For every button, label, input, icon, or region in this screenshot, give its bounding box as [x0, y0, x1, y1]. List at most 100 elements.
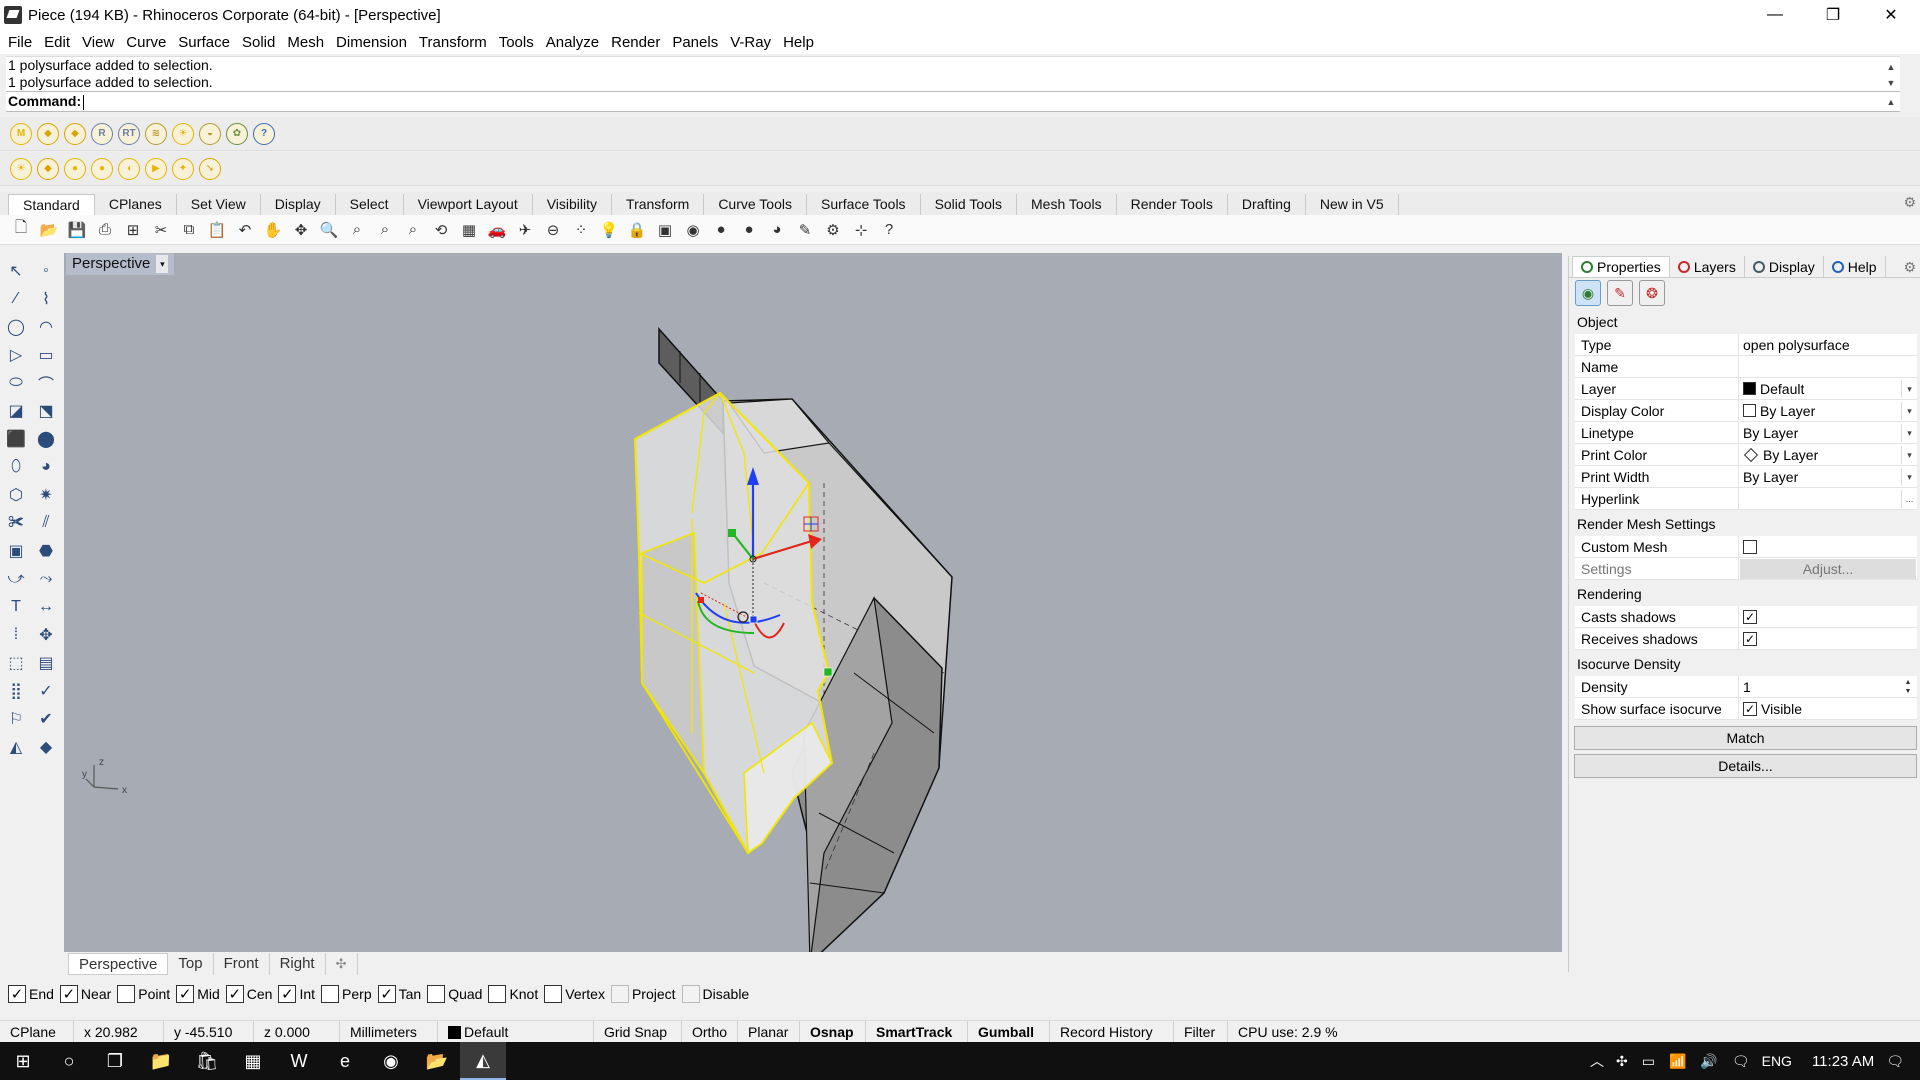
help-icon[interactable]: ? — [878, 219, 900, 241]
osnap-project[interactable]: Project — [610, 985, 676, 1003]
vray-rect-light-icon[interactable]: ◖ — [118, 157, 140, 180]
status-planar[interactable]: Planar — [738, 1020, 800, 1043]
network-icon[interactable]: 📶 — [1669, 1053, 1686, 1070]
task-view-icon[interactable]: ❐ — [92, 1042, 138, 1080]
volume-icon[interactable]: 🔊 — [1700, 1053, 1717, 1070]
notification-icon[interactable]: 🗨 — [1886, 1053, 1904, 1070]
zoom-extents-icon[interactable]: ⌕ — [374, 219, 396, 241]
osnap-mid-checkbox[interactable]: ✓ — [176, 985, 195, 1003]
osnap-knot-checkbox[interactable] — [488, 985, 507, 1003]
render-icon[interactable]: ◭ — [3, 734, 29, 760]
snap-icon[interactable]: ⊹ — [850, 219, 872, 241]
tab-drafting[interactable]: Drafting — [1228, 194, 1306, 215]
check-icon[interactable]: ✓ — [33, 678, 59, 704]
arc-icon[interactable]: ◠ — [33, 314, 59, 340]
menu-edit[interactable]: Edit — [38, 34, 76, 51]
vray-omni-light-icon[interactable]: ● — [91, 157, 113, 180]
close-button[interactable]: ✕ — [1862, 0, 1920, 30]
casts-shadows-checkbox[interactable]: ✓ — [1743, 609, 1757, 624]
tab-select[interactable]: Select — [336, 194, 404, 215]
group-icon[interactable]: ▣ — [3, 538, 29, 564]
mesh-icon[interactable]: ⬡ — [3, 482, 29, 508]
clock[interactable]: 11:23 AM — [1812, 1053, 1874, 1070]
circle-icon[interactable]: ◯ — [3, 314, 29, 340]
tab-set-view[interactable]: Set View — [177, 194, 261, 215]
cylinder-icon[interactable]: ⬯ — [3, 454, 29, 480]
vray-rt-icon[interactable]: RT — [118, 122, 140, 145]
cut-icon[interactable]: ✂ — [150, 219, 172, 241]
vray-material-icon[interactable]: M — [10, 122, 32, 145]
perspective-viewport[interactable]: z x y Perspective ▾ — [64, 253, 1562, 952]
command-line[interactable]: Command: ▲▼ — [6, 91, 1900, 126]
menu-surface[interactable]: Surface — [172, 34, 236, 51]
match-button[interactable]: Match — [1574, 726, 1917, 750]
menu-analyze[interactable]: Analyze — [540, 34, 605, 51]
array-icon[interactable]: ⁞ — [3, 622, 29, 648]
extrude-icon[interactable]: ⬔ — [33, 398, 59, 424]
named-view-icon[interactable]: ✈ — [514, 219, 536, 241]
ellipse-icon[interactable]: ⬭ — [3, 370, 29, 396]
viewport-title[interactable]: Perspective ▾ — [66, 253, 175, 275]
osnap-disable-checkbox[interactable] — [681, 985, 700, 1003]
menu-panels[interactable]: Panels — [666, 34, 724, 51]
rhino-icon[interactable]: ◭ — [460, 1042, 506, 1080]
hyperlink-value[interactable]: ... — [1739, 488, 1917, 509]
viewport-scene[interactable]: z x y — [64, 253, 1562, 952]
status-record-history[interactable]: Record History — [1050, 1020, 1174, 1043]
layer-value[interactable]: Default ▾ — [1739, 378, 1917, 399]
spin-up-icon[interactable]: ▲ — [1905, 679, 1912, 686]
density-spinner[interactable]: ▲ ▼ — [1901, 678, 1915, 696]
osnap-knot[interactable]: Knot — [488, 985, 538, 1003]
solid-union-icon[interactable]: ⬤ — [33, 426, 59, 452]
zoom-icon[interactable]: 🔍 — [318, 219, 340, 241]
car-icon[interactable]: 🚗 — [486, 219, 508, 241]
tab-mesh-tools[interactable]: Mesh Tools — [1017, 194, 1117, 215]
vray-help-icon[interactable]: ? — [253, 122, 275, 145]
status-units[interactable]: Millimeters — [340, 1020, 438, 1043]
status-cplane[interactable]: CPlane — [0, 1020, 74, 1043]
panel-gear-icon[interactable]: ⚙ — [1903, 259, 1916, 276]
add-viewport-tab-icon[interactable]: ✣ — [326, 953, 358, 975]
osnap-end-checkbox[interactable]: ✓ — [8, 985, 26, 1003]
layers-icon[interactable]: ▣ — [654, 219, 676, 241]
language-indicator[interactable]: ENG — [1762, 1053, 1792, 1069]
panel-tab-display[interactable]: Display — [1745, 256, 1824, 277]
explode-icon[interactable]: ✷ — [33, 482, 59, 508]
osnap-vertex[interactable]: Vertex — [544, 985, 605, 1003]
panel-tab-help[interactable]: Help — [1824, 256, 1886, 277]
status-smarttrack[interactable]: SmartTrack — [866, 1020, 968, 1043]
osnap-end[interactable]: ✓ End — [8, 985, 54, 1003]
tab-curve-tools[interactable]: Curve Tools — [704, 194, 807, 215]
options-icon[interactable]: ⚙ — [822, 219, 844, 241]
sphere-icon[interactable]: ◕ — [33, 454, 59, 480]
print-icon[interactable]: ⎙ — [94, 219, 116, 241]
block-icon[interactable]: ⬚ — [3, 650, 29, 676]
osnap-perp[interactable]: Perp — [321, 985, 372, 1003]
osnap-tan-checkbox[interactable]: ✓ — [377, 985, 396, 1003]
osnap-int-checkbox[interactable]: ✓ — [278, 985, 297, 1003]
text-icon[interactable]: T — [3, 594, 29, 620]
vray-properties-page-icon[interactable]: ❂ — [1639, 280, 1665, 306]
fillet-curve-icon[interactable]: ⌒ — [33, 370, 59, 396]
shaded-icon[interactable]: ● — [710, 219, 732, 241]
chevron-down-icon[interactable]: ▾ — [1901, 424, 1917, 442]
osnap-mid[interactable]: ✓ Mid — [176, 985, 220, 1003]
menu-curve[interactable]: Curve — [120, 34, 172, 51]
open-file-icon[interactable]: 📂 — [38, 219, 60, 241]
offset-icon[interactable]: ⤳ — [33, 566, 59, 592]
hyperlink-browse-button[interactable]: ... — [1901, 490, 1917, 508]
type-value[interactable]: open polysurface — [1739, 334, 1917, 355]
scroll-up-icon[interactable]: ▲ — [1882, 59, 1900, 76]
start-icon[interactable]: ⊞ — [0, 1042, 46, 1080]
split-icon[interactable]: ⫽ — [33, 510, 59, 536]
viewport-tab-top[interactable]: Top — [168, 953, 214, 975]
word-icon[interactable]: W — [276, 1042, 322, 1080]
osnap-disable[interactable]: Disable — [681, 985, 749, 1003]
osnap-quad-checkbox[interactable] — [427, 985, 446, 1003]
osnap-int[interactable]: ✓ Int — [278, 985, 315, 1003]
render-sphere-icon[interactable]: ◕ — [766, 219, 788, 241]
rendered-icon[interactable]: ● — [738, 219, 760, 241]
status-ortho[interactable]: Ortho — [682, 1020, 738, 1043]
edge-icon[interactable]: e — [322, 1042, 368, 1080]
vray-fur-icon[interactable]: ✿ — [226, 122, 248, 145]
